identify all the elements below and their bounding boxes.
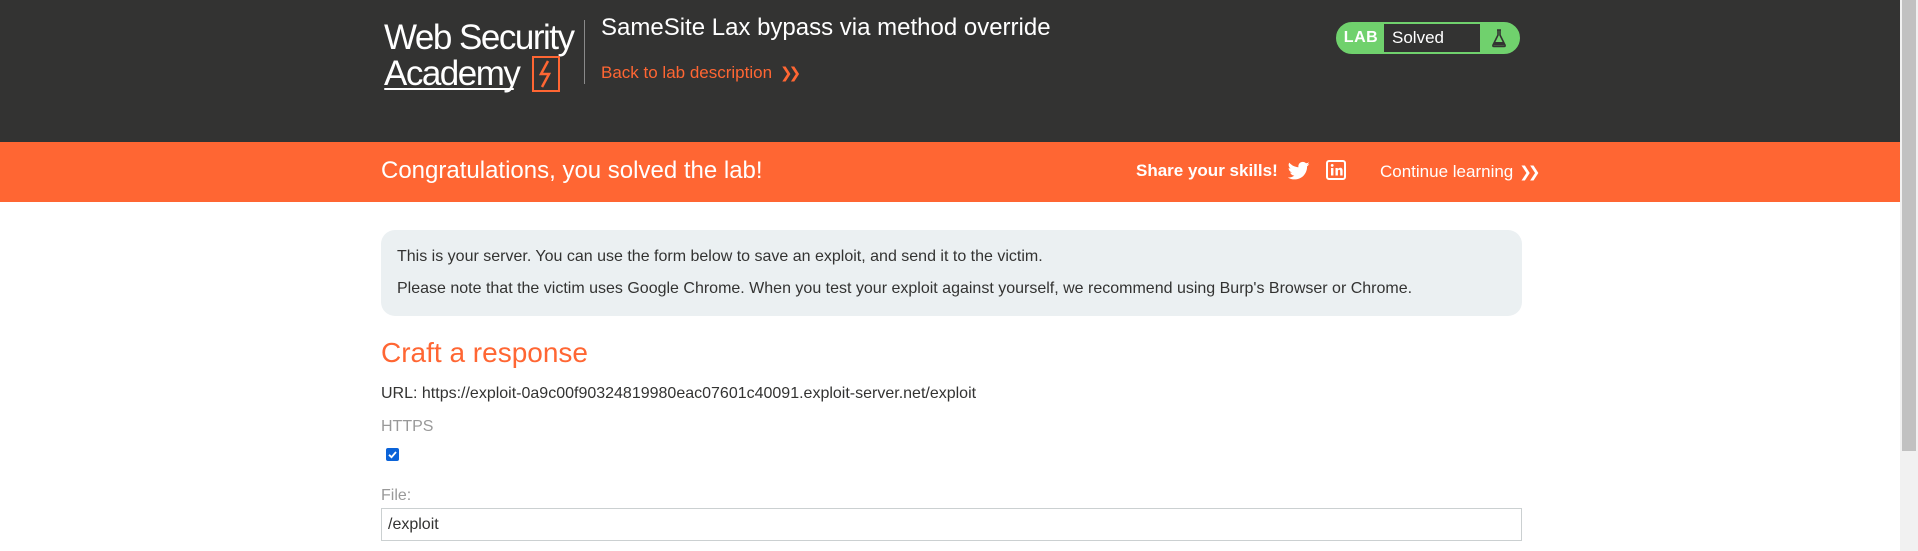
- web-security-academy-logo[interactable]: Web Security Academy: [382, 16, 582, 96]
- solved-notification-bar: Congratulations, you solved the lab! Sha…: [0, 142, 1900, 202]
- linkedin-icon[interactable]: [1326, 160, 1346, 180]
- checkmark-icon: [388, 451, 397, 459]
- continue-learning-link[interactable]: Continue learning ❯❯: [1380, 162, 1540, 182]
- double-chevron-right-icon: ❯❯: [1519, 164, 1540, 181]
- lab-header: Web Security Academy SameSite Lax bypass…: [0, 0, 1900, 142]
- scrollbar-thumb[interactable]: [1902, 0, 1916, 451]
- back-link-label: Back to lab description: [601, 63, 773, 82]
- academy-bolt-icon: [532, 56, 560, 92]
- lab-tag: LAB: [1343, 29, 1379, 46]
- vertical-scrollbar[interactable]: [1900, 0, 1918, 551]
- header-divider: [584, 20, 585, 84]
- congratulations-message: Congratulations, you solved the lab!: [381, 157, 763, 184]
- info-line-1: This is your server. You can use the for…: [397, 248, 1043, 265]
- craft-response-heading: Craft a response: [381, 337, 588, 368]
- lab-status-badge: LAB Solved: [1336, 22, 1520, 54]
- back-to-lab-description-link[interactable]: Back to lab description ❯❯: [601, 63, 801, 83]
- info-line-2: Please note that the victim uses Google …: [397, 280, 1413, 297]
- double-chevron-right-icon: ❯❯: [780, 65, 801, 82]
- share-skills-label: Share your skills!: [1136, 161, 1278, 180]
- logo-line-1: Web Security: [384, 18, 575, 57]
- lab-title: SameSite Lax bypass via method override: [601, 14, 1051, 41]
- file-label: File:: [381, 487, 412, 504]
- https-checkbox[interactable]: [386, 448, 399, 461]
- exploit-url: URL: https://exploit-0a9c00f90324819980e…: [381, 385, 977, 402]
- logo-underline: [384, 88, 514, 90]
- twitter-icon[interactable]: [1288, 161, 1310, 181]
- file-input[interactable]: /exploit: [381, 508, 1522, 541]
- continue-learning-label: Continue learning: [1380, 162, 1514, 181]
- https-label: HTTPS: [381, 418, 434, 435]
- lab-status-text: Solved: [1384, 24, 1480, 52]
- server-info-box: This is your server. You can use the for…: [381, 230, 1522, 316]
- flask-icon: [1480, 24, 1518, 52]
